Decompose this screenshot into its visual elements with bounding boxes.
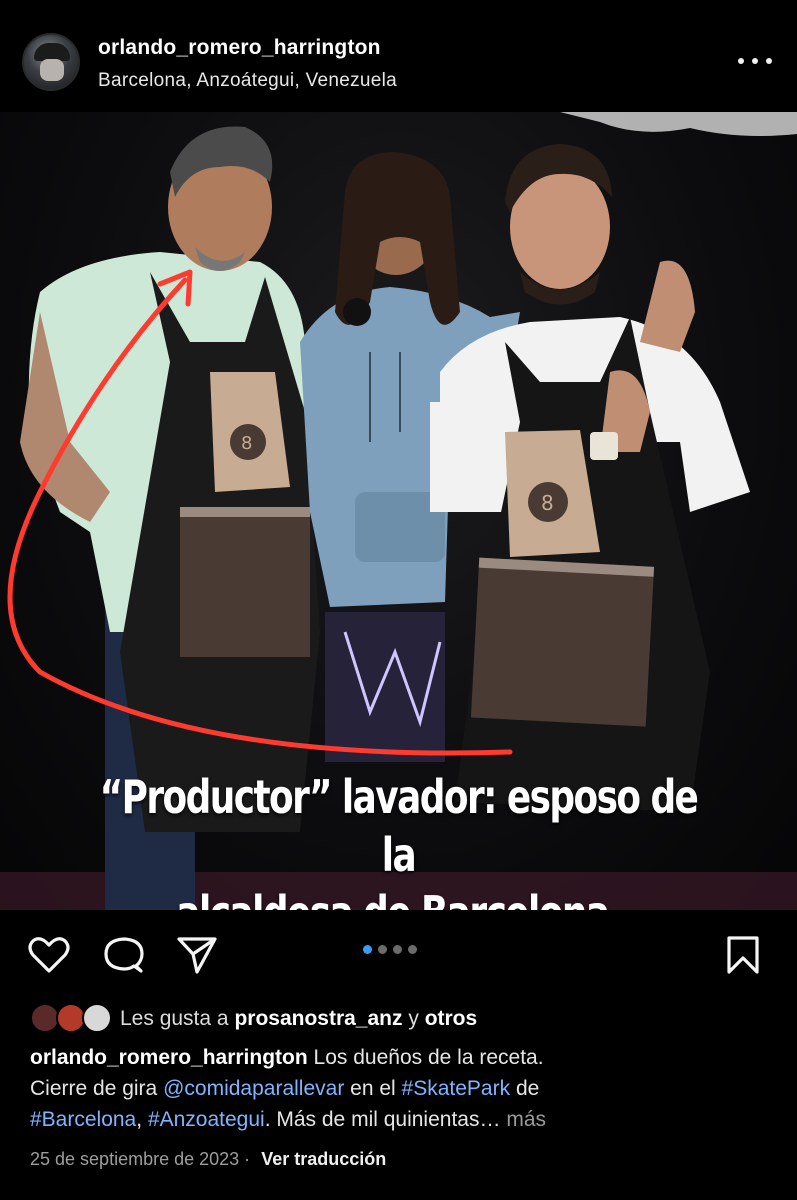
post-photo[interactable]: 8 8 “Productor” lavador: esposo de la	[0, 112, 797, 910]
carousel-indicator	[363, 945, 417, 954]
liker-avatar	[82, 1003, 112, 1033]
post-header: orlando_romero_harrington Barcelona, Anz…	[0, 0, 797, 112]
action-bar	[0, 910, 797, 995]
more-options-icon[interactable]	[738, 52, 772, 70]
post-username[interactable]: orlando_romero_harrington	[98, 36, 381, 60]
carousel-dot[interactable]	[408, 945, 417, 954]
carousel-dot[interactable]	[363, 945, 372, 954]
caption-text: ,	[136, 1108, 143, 1131]
post-date: 25 de septiembre de 2023	[30, 1149, 240, 1169]
svg-text:8: 8	[541, 491, 554, 515]
more-dot	[738, 58, 744, 64]
photo-overlay-text: “Productor” lavador: esposo de la alcald…	[88, 768, 710, 910]
overlay-line-2: alcaldesa de Barcelona.	[88, 884, 710, 910]
likes-summary[interactable]: Les gusta a prosanostra_anz y otros	[120, 1007, 477, 1031]
overlay-line-1: “Productor” lavador: esposo de la	[99, 770, 699, 882]
likes-user[interactable]: prosanostra_anz	[234, 1007, 402, 1030]
send-icon[interactable]	[176, 935, 218, 975]
post-footer: Les gusta a prosanostra_anz y otros orla…	[0, 995, 797, 1200]
translate-link[interactable]: Ver traducción	[261, 1149, 386, 1169]
caption-text: Cierre de gira	[30, 1077, 158, 1100]
avatar[interactable]	[22, 33, 80, 91]
person-right: 8	[430, 144, 750, 812]
caption-text: . Más de mil quinientas…	[264, 1108, 501, 1131]
bookmark-icon[interactable]	[726, 935, 760, 975]
caption-text: Los dueños de la receta.	[313, 1046, 544, 1069]
more-dot	[752, 58, 758, 64]
carousel-dot[interactable]	[393, 945, 402, 954]
post-meta: 25 de septiembre de 2023 · Ver traducció…	[30, 1149, 386, 1170]
post-location[interactable]: Barcelona, Anzoátegui, Venezuela	[98, 70, 397, 92]
carousel-dot[interactable]	[378, 945, 387, 954]
likes-others[interactable]: otros	[425, 1007, 478, 1030]
comment-icon[interactable]	[103, 935, 145, 975]
post-caption: orlando_romero_harrington Los dueños de …	[30, 1042, 770, 1135]
caption-hashtag[interactable]: #Barcelona	[30, 1108, 136, 1131]
svg-text:8: 8	[241, 433, 252, 454]
meta-separator: ·	[244, 1149, 251, 1169]
more-dot	[766, 58, 772, 64]
likes-connector: y	[408, 1007, 419, 1030]
heart-icon[interactable]	[28, 936, 70, 974]
liker-avatars[interactable]	[30, 1001, 116, 1035]
avatar-face	[40, 59, 64, 81]
caption-text: de	[515, 1077, 540, 1100]
caption-hashtag[interactable]: #SkatePark	[402, 1077, 511, 1100]
caption-text: en el	[350, 1077, 396, 1100]
caption-author[interactable]: orlando_romero_harrington	[30, 1046, 308, 1069]
caption-more-link[interactable]: más	[506, 1108, 546, 1131]
caption-mention[interactable]: @comidaparallevar	[163, 1077, 344, 1100]
caption-hashtag[interactable]: #Anzoategui	[148, 1108, 265, 1131]
likes-prefix: Les gusta a	[120, 1007, 229, 1030]
